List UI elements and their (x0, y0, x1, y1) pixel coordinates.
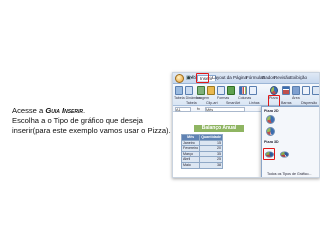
month-cell[interactable]: Fevereiro (180, 145, 201, 152)
tab-layout[interactable]: Layout da Página (212, 75, 247, 80)
instruction-body: Escolha a o Tipo de gráfico que deseja i… (12, 116, 171, 135)
column-chart-icon[interactable] (239, 86, 247, 95)
ribbon: Tabela Dinâmica Tabela Imagem Clip-art F… (173, 84, 319, 117)
dropdown-category-2d: Pizza 2D (264, 109, 279, 113)
dropdown-category-3d: Pizza 3D (264, 140, 279, 144)
inserir-tab-highlight (196, 73, 209, 83)
spreadsheet-area: Balanço Anual Mês Quantidade Janeiro 15 … (176, 112, 264, 177)
table-header-row: Mês Quantidade (180, 134, 223, 141)
exploded-pie-3d-icon[interactable] (280, 151, 289, 158)
table-icon[interactable] (185, 86, 193, 95)
fx-icon: fx (197, 107, 200, 111)
pivot-table-icon[interactable] (175, 86, 183, 95)
all-chart-types-link[interactable]: Todos os Tipos de Gráfico... (267, 172, 312, 176)
ribbon-label-table: Tabela (186, 101, 197, 105)
exploded-pie-icon[interactable] (266, 127, 275, 136)
month-cell[interactable]: Maio (180, 162, 201, 169)
ribbon-label-shapes: Formas (217, 96, 230, 100)
ribbon-label-smartart: SmartArt (226, 101, 241, 105)
pie-chart-dropdown: Pizza 2D Pizza 3D Todos os Tipos de Gráf… (261, 106, 319, 177)
qty-cell[interactable]: 38 (199, 162, 223, 169)
instruction-suffix: . (83, 106, 86, 115)
instruction-prefix: Acesse a (12, 106, 46, 115)
area-chart-icon[interactable] (292, 86, 300, 95)
excel-screenshot: ▣↶ Início Inserir Layout da Página Fórmu… (172, 72, 320, 178)
ribbon-label-bars: Barras (281, 101, 292, 105)
ribbon-label-scatter: Dispersão (301, 101, 318, 105)
line-chart-icon[interactable] (249, 86, 257, 95)
bar-chart-icon[interactable] (282, 86, 290, 95)
picture-icon[interactable] (197, 86, 205, 95)
other-charts-icon[interactable] (312, 86, 319, 95)
shapes-icon[interactable] (217, 86, 225, 95)
sheet-title: Balanço Anual (194, 125, 244, 132)
ribbon-label-clipart: Clip-art (206, 101, 218, 105)
ribbon-label-lines: Linhas (249, 101, 260, 105)
clip-art-icon[interactable] (207, 86, 215, 95)
pie-3d-highlight (263, 148, 275, 160)
tab-exibicao[interactable]: Exibição (290, 75, 307, 80)
table-row: Maio 38 (180, 162, 223, 169)
smartart-icon[interactable] (227, 86, 235, 95)
instruction-emphasis: Guia Inserir (45, 106, 83, 115)
instruction-text: Acesse a Guia Inserir. Escolha a o Tipo … (12, 106, 172, 136)
column-header[interactable]: Quantidade (199, 134, 223, 141)
scatter-chart-icon[interactable] (302, 86, 310, 95)
ribbon-label-columns: Colunas (238, 96, 252, 100)
pie-chart-icon[interactable] (270, 86, 278, 95)
pie-2d-icon[interactable] (266, 115, 275, 124)
office-button[interactable] (175, 74, 184, 83)
data-table: Mês Quantidade Janeiro 15 Fevereiro 20 M… (180, 134, 223, 169)
ribbon-tab-strip: ▣↶ Início Inserir Layout da Página Fórmu… (173, 73, 319, 84)
ribbon-label-area: Área (292, 96, 300, 100)
ribbon-label-image: Imagem (196, 96, 209, 100)
tab-revisao[interactable]: Revisão (274, 75, 290, 80)
